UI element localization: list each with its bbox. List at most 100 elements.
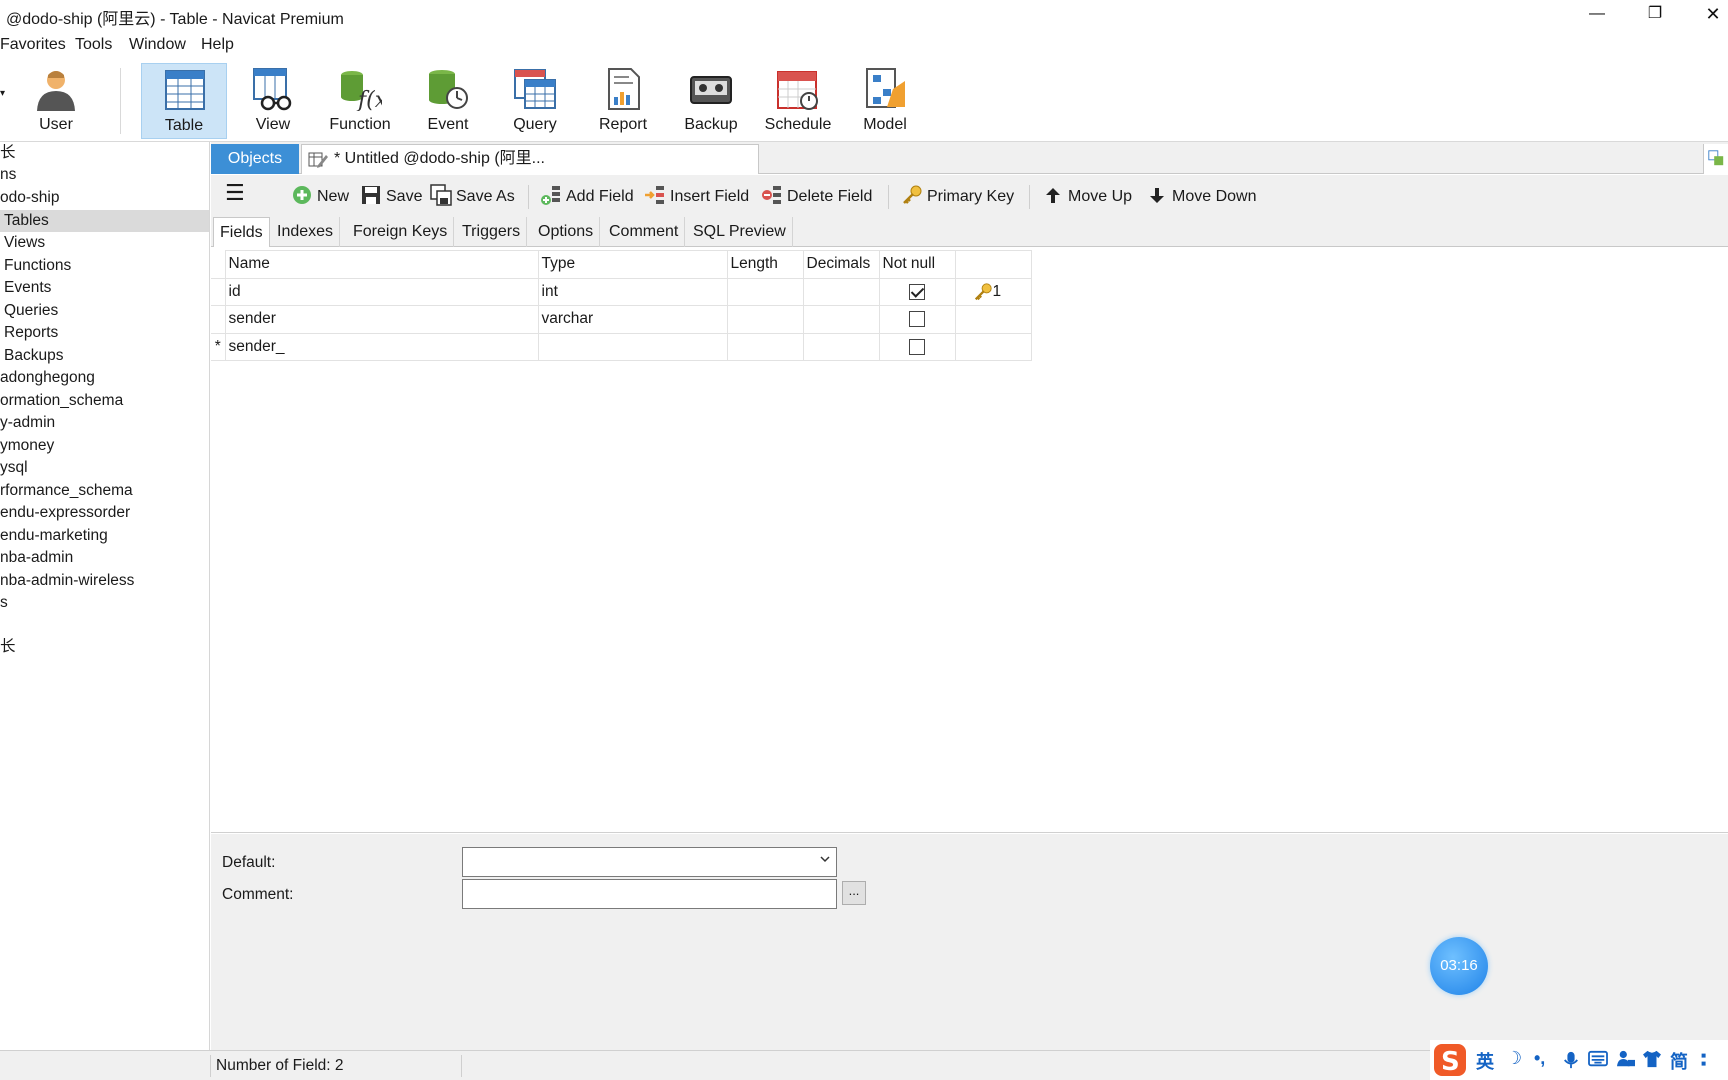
tab-comment[interactable]: Comment xyxy=(603,217,686,247)
save-as-button[interactable]: Save As xyxy=(430,184,515,209)
tree-item-functions[interactable]: Functions xyxy=(0,255,209,277)
save-button[interactable]: Save xyxy=(360,185,422,209)
column-header-not-null[interactable]: Not null xyxy=(878,250,956,279)
ribbon-user-button[interactable]: User xyxy=(13,63,99,139)
tree-item-tables[interactable]: Tables xyxy=(0,210,209,232)
tab-indexes[interactable]: Indexes xyxy=(271,217,341,247)
tab-triggers[interactable]: Triggers xyxy=(456,217,528,247)
tree-item[interactable]: rformance_schema xyxy=(0,480,209,502)
column-header-name[interactable]: Name xyxy=(224,250,539,279)
field-name-cell[interactable]: id xyxy=(224,277,539,306)
ribbon-schedule-button[interactable]: Schedule xyxy=(755,63,841,139)
skin-shirt-icon[interactable] xyxy=(1642,1050,1662,1068)
comment-input[interactable] xyxy=(462,879,837,909)
tab-foreign-keys[interactable]: Foreign Keys xyxy=(347,217,455,247)
move-up-button[interactable]: Move Up xyxy=(1042,185,1132,209)
backup-icon xyxy=(690,76,732,104)
not-null-checkbox[interactable] xyxy=(909,283,925,300)
tree-item-backups[interactable]: Backups xyxy=(0,345,209,367)
field-type-cell[interactable] xyxy=(537,332,728,361)
ribbon-function-button[interactable]: f(x) Function xyxy=(317,63,403,139)
tab-options[interactable]: Options xyxy=(532,217,601,247)
field-decimals-cell[interactable] xyxy=(802,332,880,361)
move-down-button[interactable]: Move Down xyxy=(1146,185,1256,209)
tab-overflow[interactable] xyxy=(1703,144,1728,174)
tree-item[interactable]: ns xyxy=(0,164,209,186)
field-name-cell[interactable]: sender_ xyxy=(224,332,539,361)
field-decimals-cell[interactable] xyxy=(802,277,880,306)
default-select[interactable] xyxy=(462,847,837,877)
tab-fields[interactable]: Fields xyxy=(213,217,270,248)
tree-item-dodo-ship[interactable]: odo-ship xyxy=(0,187,209,209)
user-settings-icon[interactable] xyxy=(1616,1050,1636,1068)
not-null-checkbox[interactable] xyxy=(909,338,925,355)
table-row[interactable]: sender varchar xyxy=(211,305,1032,334)
table-row[interactable]: id int 1 xyxy=(211,277,1032,306)
tree-item[interactable]: endu-marketing xyxy=(0,525,209,547)
comment-expand-button[interactable]: ... xyxy=(842,881,866,905)
tree-item[interactable]: ysql xyxy=(0,457,209,479)
ime-more-icon[interactable] xyxy=(1700,1050,1708,1070)
tree-item[interactable]: y-admin xyxy=(0,412,209,434)
tree-item-queries[interactable]: Queries xyxy=(0,300,209,322)
tree-item[interactable]: nba-admin-wireless xyxy=(0,570,209,592)
tree-item[interactable]: ymoney xyxy=(0,435,209,457)
new-button[interactable]: New xyxy=(291,185,349,209)
keyboard-icon[interactable] xyxy=(1588,1050,1608,1068)
table-row[interactable]: * sender_ xyxy=(211,332,1032,361)
ribbon-event-button[interactable]: Event xyxy=(405,63,491,139)
ime-language[interactable]: 英 xyxy=(1476,1048,1494,1074)
close-button[interactable]: ✕ xyxy=(1690,0,1728,30)
ribbon-model-button[interactable]: Model xyxy=(842,63,928,139)
restore-button[interactable]: ❐ xyxy=(1632,0,1678,30)
ribbon-table-button[interactable]: Table xyxy=(141,63,227,139)
tree-item-reports[interactable]: Reports xyxy=(0,322,209,344)
ribbon-view-button[interactable]: View xyxy=(230,63,316,139)
field-type-cell[interactable]: int xyxy=(537,277,728,306)
key-icon xyxy=(903,185,922,204)
column-header-length[interactable]: Length xyxy=(726,250,804,279)
tree-item[interactable]: s xyxy=(0,592,209,614)
tab-objects[interactable]: Objects xyxy=(211,144,299,174)
not-null-checkbox[interactable] xyxy=(909,311,925,328)
ime-moon-icon[interactable]: ☽ xyxy=(1506,1048,1522,1069)
minimize-button[interactable]: — xyxy=(1574,0,1620,30)
menu-icon[interactable]: ☰ xyxy=(225,181,245,205)
tree-item-views[interactable]: Views xyxy=(0,232,209,254)
designer-subtabs: Fields Indexes Foreign Keys Triggers Opt… xyxy=(211,217,1728,248)
ribbon-report-button[interactable]: Report xyxy=(580,63,666,139)
dropdown-arrow-icon[interactable]: ▾ xyxy=(0,88,5,99)
tree-item-events[interactable]: Events xyxy=(0,277,209,299)
tree-item[interactable]: adonghegong xyxy=(0,367,209,389)
tab-untitled-table[interactable]: * Untitled @dodo-ship (阿里... xyxy=(301,144,759,174)
field-decimals-cell[interactable] xyxy=(802,305,880,334)
ribbon-backup-button[interactable]: Backup xyxy=(668,63,754,139)
menu-window[interactable]: Window xyxy=(129,36,186,54)
ribbon-query-button[interactable]: Query xyxy=(492,63,578,139)
field-length-cell[interactable] xyxy=(726,332,804,361)
menu-tools[interactable]: Tools xyxy=(75,36,112,54)
tree-item[interactable]: nba-admin xyxy=(0,547,209,569)
delete-field-button[interactable]: Delete Field xyxy=(761,185,872,209)
add-field-button[interactable]: Add Field xyxy=(540,185,634,209)
tree-item[interactable]: endu-expressorder xyxy=(0,502,209,524)
tree-item[interactable]: 长 xyxy=(0,142,209,164)
primary-key-button[interactable]: Primary Key xyxy=(901,185,1014,209)
column-header-decimals[interactable]: Decimals xyxy=(802,250,880,279)
tree-item[interactable]: 长 xyxy=(0,636,209,658)
sogou-logo-icon[interactable]: S xyxy=(1432,1042,1468,1078)
tab-sql-preview[interactable]: SQL Preview xyxy=(687,217,793,247)
column-header-key[interactable] xyxy=(954,250,1032,279)
microphone-icon[interactable] xyxy=(1562,1050,1580,1070)
field-type-cell[interactable]: varchar xyxy=(537,305,728,334)
menu-help[interactable]: Help xyxy=(201,36,234,54)
insert-field-button[interactable]: Insert Field xyxy=(644,185,749,209)
tree-item[interactable]: ormation_schema xyxy=(0,390,209,412)
ime-simplified[interactable]: 简 xyxy=(1670,1048,1688,1074)
field-length-cell[interactable] xyxy=(726,305,804,334)
column-header-type[interactable]: Type xyxy=(537,250,728,279)
menu-favorites[interactable]: Favorites xyxy=(0,36,66,54)
field-name-cell[interactable]: sender xyxy=(224,305,539,334)
ime-punct-icon[interactable]: •, xyxy=(1534,1048,1545,1069)
field-length-cell[interactable] xyxy=(726,277,804,306)
